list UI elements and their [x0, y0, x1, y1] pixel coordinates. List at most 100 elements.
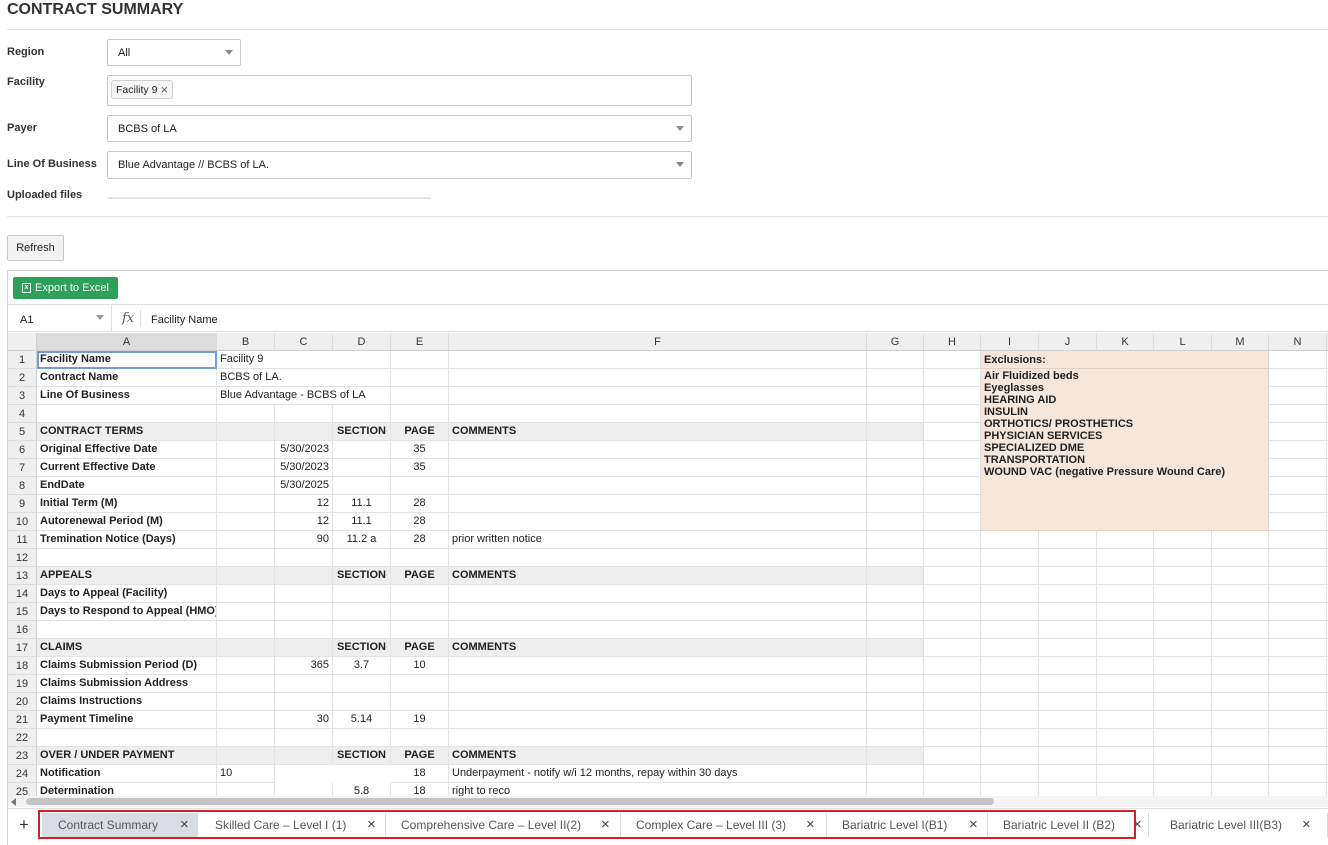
cell[interactable]: [1097, 765, 1154, 783]
cell[interactable]: [1269, 729, 1327, 747]
cell-A7[interactable]: Current Effective Date: [37, 459, 217, 477]
cell-A18[interactable]: Claims Submission Period (D): [37, 657, 217, 675]
export-to-excel-button[interactable]: x Export to Excel: [13, 277, 118, 299]
column-header[interactable]: M: [1212, 333, 1269, 351]
cell[interactable]: [924, 747, 981, 765]
cell-A4[interactable]: [37, 405, 217, 423]
row-header[interactable]: 24: [8, 765, 37, 783]
cell[interactable]: [924, 531, 981, 549]
cell[interactable]: [1269, 387, 1327, 405]
cell-F3[interactable]: [449, 387, 867, 405]
cell-G12[interactable]: [867, 549, 924, 567]
cell[interactable]: [1269, 423, 1327, 441]
cell[interactable]: [1269, 405, 1327, 423]
cell-B13[interactable]: [217, 567, 275, 585]
cell-E14[interactable]: [391, 585, 449, 603]
cell-D15[interactable]: [333, 603, 391, 621]
cell[interactable]: [981, 693, 1039, 711]
cell-G3[interactable]: [867, 387, 924, 405]
cell[interactable]: [924, 711, 981, 729]
cell[interactable]: [1039, 657, 1097, 675]
cell[interactable]: [1154, 549, 1212, 567]
cell-G9[interactable]: [867, 495, 924, 513]
cell[interactable]: [1269, 711, 1327, 729]
cell-G20[interactable]: [867, 693, 924, 711]
cell-G6[interactable]: [867, 441, 924, 459]
cell-F10[interactable]: [449, 513, 867, 531]
row-header[interactable]: 23: [8, 747, 37, 765]
cell-G8[interactable]: [867, 477, 924, 495]
cell[interactable]: [1269, 351, 1327, 369]
cell[interactable]: [1154, 675, 1212, 693]
cell[interactable]: [981, 585, 1039, 603]
cell[interactable]: [1154, 693, 1212, 711]
cell-B15[interactable]: [217, 603, 275, 621]
cell-F18[interactable]: [449, 657, 867, 675]
row-header[interactable]: 10: [8, 513, 37, 531]
row-header[interactable]: 5: [8, 423, 37, 441]
cell-F16[interactable]: [449, 621, 867, 639]
scrollbar-thumb[interactable]: [26, 798, 994, 805]
cell-C9[interactable]: 12: [275, 495, 333, 513]
exclusions-block[interactable]: Exclusions: Air Fluidized beds Eyeglasses H…: [981, 351, 1269, 531]
cell[interactable]: [924, 351, 981, 369]
cell-A3[interactable]: Line Of Business: [37, 387, 217, 405]
cell[interactable]: [981, 531, 1039, 549]
cell[interactable]: [1039, 549, 1097, 567]
cell[interactable]: [1097, 531, 1154, 549]
cell[interactable]: [924, 477, 981, 495]
cell[interactable]: [1212, 765, 1269, 783]
row-header[interactable]: 7: [8, 459, 37, 477]
cell-E23[interactable]: PAGE: [391, 747, 449, 765]
cell[interactable]: [1154, 747, 1212, 765]
cell-E20[interactable]: [391, 693, 449, 711]
cell-B8[interactable]: [217, 477, 275, 495]
row-header[interactable]: 2: [8, 369, 37, 387]
cell[interactable]: [924, 729, 981, 747]
cell[interactable]: [1212, 585, 1269, 603]
row-header[interactable]: 19: [8, 675, 37, 693]
column-header[interactable]: N: [1269, 333, 1327, 351]
close-icon[interactable]: ×: [601, 816, 610, 833]
column-header[interactable]: A: [37, 333, 217, 351]
cell-A16[interactable]: [37, 621, 217, 639]
cell-G19[interactable]: [867, 675, 924, 693]
row-header[interactable]: 3: [8, 387, 37, 405]
cell[interactable]: [1097, 639, 1154, 657]
cell-A13[interactable]: APPEALS: [37, 567, 217, 585]
cell[interactable]: [1039, 765, 1097, 783]
cell-A12[interactable]: [37, 549, 217, 567]
refresh-button[interactable]: Refresh: [7, 235, 64, 261]
cell-F12[interactable]: [449, 549, 867, 567]
cell[interactable]: [1269, 495, 1327, 513]
cell-E21[interactable]: 19: [391, 711, 449, 729]
cell-B19[interactable]: [217, 675, 275, 693]
cell[interactable]: [1097, 585, 1154, 603]
cell[interactable]: [924, 441, 981, 459]
cell-B9[interactable]: [217, 495, 275, 513]
row-header[interactable]: 1: [8, 351, 37, 369]
cell[interactable]: [981, 747, 1039, 765]
cell-E16[interactable]: [391, 621, 449, 639]
cell[interactable]: [981, 621, 1039, 639]
cell-A19[interactable]: Claims Submission Address: [37, 675, 217, 693]
cell-D18[interactable]: 3.7: [333, 657, 391, 675]
cell[interactable]: [924, 693, 981, 711]
cell[interactable]: [924, 369, 981, 387]
cell[interactable]: [1154, 729, 1212, 747]
cell[interactable]: [1097, 603, 1154, 621]
cell-F14[interactable]: [449, 585, 867, 603]
cell-C13[interactable]: [275, 567, 333, 585]
cell-C18[interactable]: 365: [275, 657, 333, 675]
cell-B16[interactable]: [217, 621, 275, 639]
row-header[interactable]: 6: [8, 441, 37, 459]
column-header[interactable]: E: [391, 333, 449, 351]
cell-G5[interactable]: [867, 423, 924, 441]
cell-D10[interactable]: 11.1: [333, 513, 391, 531]
cell[interactable]: [1269, 693, 1327, 711]
cell[interactable]: [1154, 531, 1212, 549]
close-icon[interactable]: ×: [160, 83, 168, 96]
cell-D4[interactable]: [333, 405, 391, 423]
row-header[interactable]: 15: [8, 603, 37, 621]
cell[interactable]: [1212, 621, 1269, 639]
